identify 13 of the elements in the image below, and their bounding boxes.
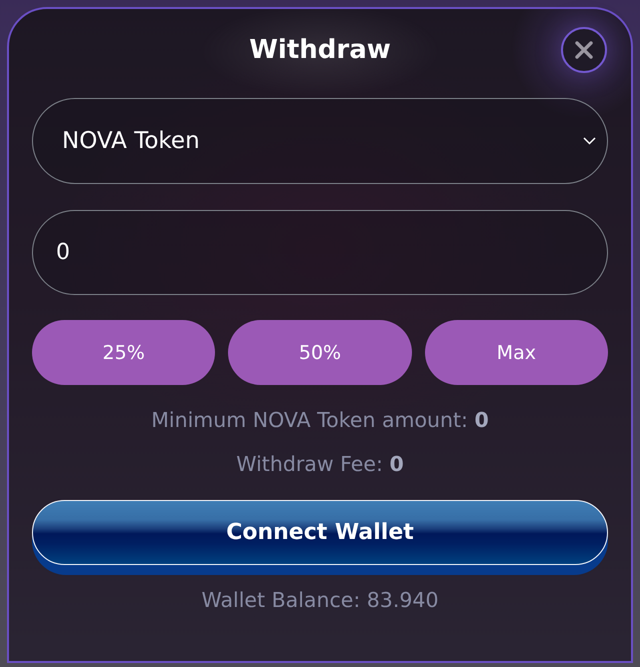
wallet-balance-text: Wallet Balance: 83.940 (202, 587, 438, 613)
close-icon (575, 41, 593, 59)
quick-amount-button[interactable]: Max (424, 320, 608, 385)
amount-field[interactable]: 0 (32, 210, 608, 295)
withdraw-fee-text: Withdraw Fee: 0 (236, 451, 404, 477)
chevron-down-icon (583, 137, 596, 145)
dialog-title: Withdraw (249, 34, 391, 67)
token-select[interactable]: NOVA Token (32, 98, 608, 184)
connect-wallet-button[interactable]: Connect Wallet (32, 500, 608, 575)
minimum-amount-text: Minimum NOVA Token amount: 0 (151, 407, 489, 433)
close-button[interactable] (561, 27, 607, 73)
quick-amount-button[interactable]: 25% (32, 320, 216, 385)
quick-amount-button[interactable]: 50% (228, 320, 412, 385)
